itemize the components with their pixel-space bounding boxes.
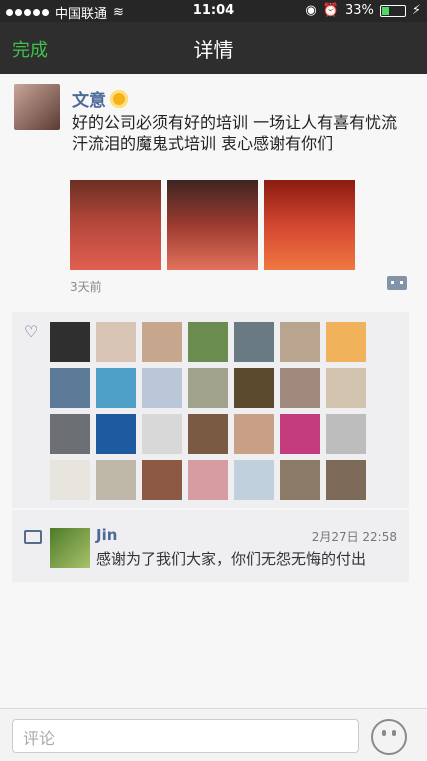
author-avatar[interactable] — [14, 84, 60, 130]
like-avatar[interactable] — [326, 414, 366, 454]
like-avatar[interactable] — [234, 460, 274, 500]
comment-input[interactable]: 评论 — [12, 719, 359, 753]
like-avatar[interactable] — [326, 460, 366, 500]
rotation-lock-icon: ◉ — [305, 3, 317, 18]
like-avatar[interactable] — [234, 322, 274, 362]
author-name-text: 文意 — [72, 91, 106, 111]
status-bar: 中国联通 ≋ 11:04 ◉ ⏰ 33% ⚡ — [0, 0, 427, 22]
likes-grid — [50, 322, 366, 500]
post-photos — [70, 180, 355, 270]
like-avatar[interactable] — [280, 460, 320, 500]
heart-icon: ♡ — [24, 322, 39, 341]
post-photo-1[interactable] — [70, 180, 161, 270]
like-avatar[interactable] — [142, 368, 182, 408]
charging-icon: ⚡ — [411, 3, 421, 18]
commenter-avatar[interactable] — [50, 528, 90, 568]
like-avatar[interactable] — [142, 414, 182, 454]
like-avatar[interactable] — [96, 414, 136, 454]
emoji-icon[interactable] — [371, 719, 407, 755]
nav-bar: 完成 详情 — [0, 22, 427, 74]
battery-percent: 33% — [344, 3, 374, 18]
like-avatar[interactable] — [188, 414, 228, 454]
author-name[interactable]: 文意 — [72, 86, 128, 111]
like-avatar[interactable] — [50, 368, 90, 408]
like-avatar[interactable] — [50, 460, 90, 500]
sun-icon — [110, 89, 128, 108]
post-photo-3[interactable] — [264, 180, 355, 270]
comment-icon — [24, 530, 42, 544]
comment-placeholder: 评论 — [23, 729, 56, 748]
like-avatar[interactable] — [234, 414, 274, 454]
like-avatar[interactable] — [96, 460, 136, 500]
comment-text: 感谢为了我们大家，你们无怨无悔的付出 — [96, 550, 367, 568]
commenter-name[interactable]: Jin — [96, 526, 117, 544]
post-text: 好的公司必须有好的培训 一场让人有喜有忧流汗流泪的魔鬼式培训 衷心感谢有你们 — [72, 113, 398, 153]
status-right: ◉ ⏰ 33% ⚡ — [305, 3, 421, 18]
like-avatar[interactable] — [50, 322, 90, 362]
alarm-icon: ⏰ — [322, 3, 339, 18]
like-avatar[interactable] — [188, 322, 228, 362]
like-avatar[interactable] — [96, 368, 136, 408]
comment-time: 2月27日 22:58 — [311, 530, 397, 544]
comment-menu-icon[interactable] — [387, 276, 407, 290]
like-avatar[interactable] — [142, 322, 182, 362]
like-avatar[interactable] — [142, 460, 182, 500]
likes-panel: ♡ — [12, 312, 409, 508]
page-title: 详情 — [193, 38, 234, 62]
like-avatar[interactable] — [326, 368, 366, 408]
like-avatar[interactable] — [96, 322, 136, 362]
like-avatar[interactable] — [188, 460, 228, 500]
like-avatar[interactable] — [280, 368, 320, 408]
like-avatar[interactable] — [280, 322, 320, 362]
post-time: 3天前 — [70, 280, 102, 294]
like-avatar[interactable] — [50, 414, 90, 454]
comment-bar: 评论 — [0, 708, 427, 761]
like-avatar[interactable] — [188, 368, 228, 408]
like-avatar[interactable] — [234, 368, 274, 408]
like-avatar[interactable] — [326, 322, 366, 362]
comments-panel: Jin 2月27日 22:58 感谢为了我们大家，你们无怨无悔的付出 — [12, 510, 409, 582]
like-avatar[interactable] — [280, 414, 320, 454]
post-photo-2[interactable] — [167, 180, 258, 270]
battery-icon — [379, 4, 406, 17]
